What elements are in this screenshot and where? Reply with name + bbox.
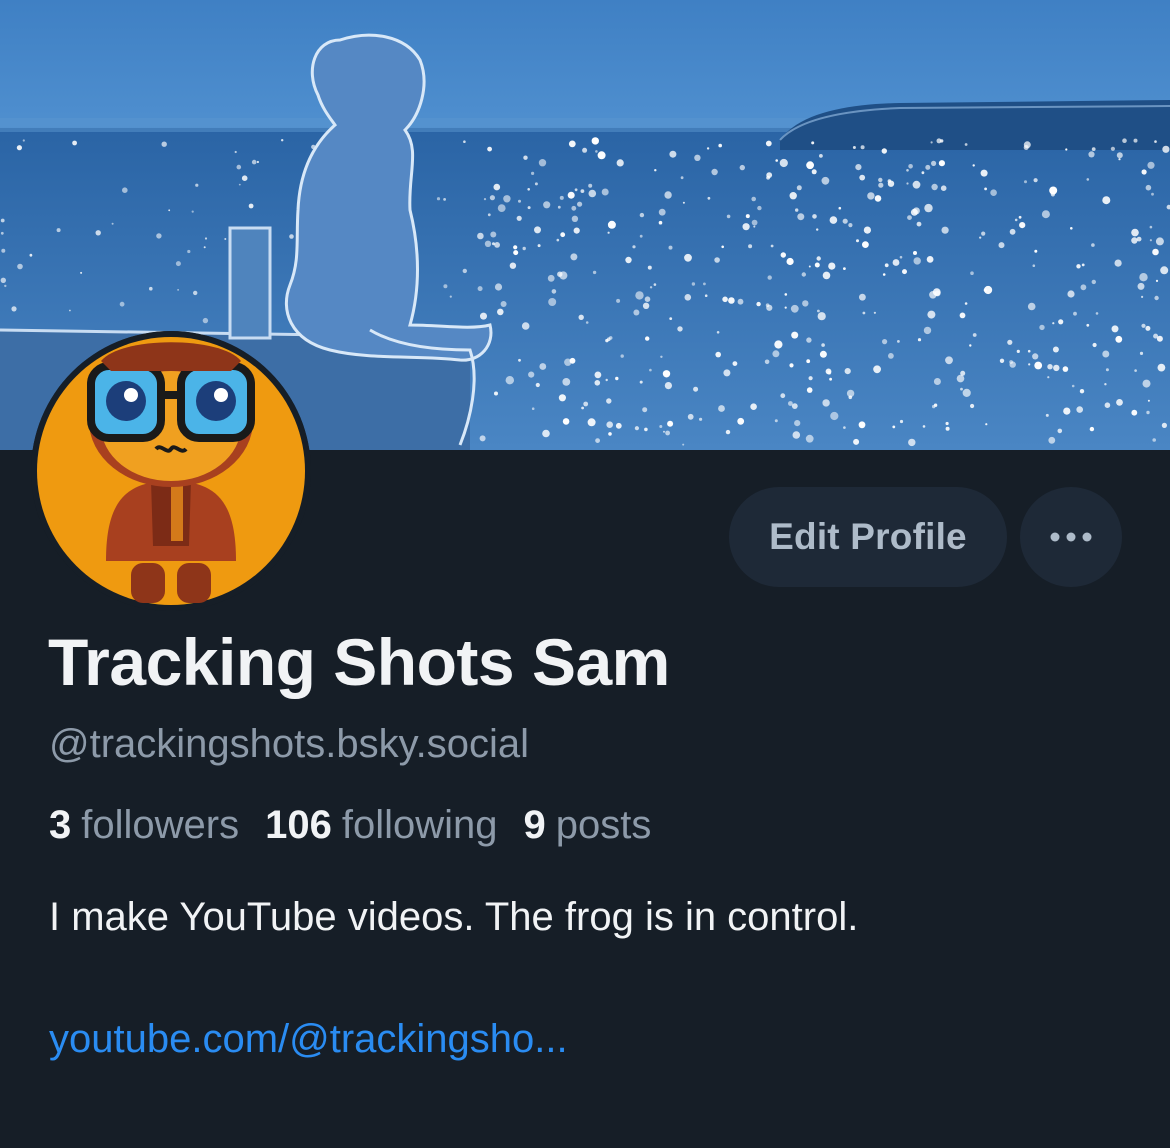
frog-avatar-illustration: [31, 331, 311, 611]
following-label: following: [341, 803, 498, 847]
posts-stat: 9 posts: [524, 803, 652, 848]
profile-avatar[interactable]: [31, 331, 311, 611]
profile-youtube-link[interactable]: youtube.com/@trackingsho...: [49, 1017, 568, 1062]
profile-handle: @trackingshots.bsky.social: [49, 722, 530, 766]
following-stat[interactable]: 106 following: [265, 803, 497, 848]
more-horizontal-icon: [1050, 532, 1092, 542]
profile-page: Edit Profile Tracking Shots Sam @trackin…: [0, 0, 1170, 1148]
edit-profile-button[interactable]: Edit Profile: [729, 487, 1007, 587]
followers-label: followers: [81, 803, 240, 847]
more-options-button[interactable]: [1020, 487, 1122, 587]
following-count: 106: [265, 803, 332, 847]
posts-count: 9: [523, 803, 546, 847]
profile-stats: 3 followers 106 following 9 posts: [49, 803, 651, 848]
profile-display-name: Tracking Shots Sam: [48, 625, 670, 699]
profile-bio: I make YouTube videos. The frog is in co…: [49, 895, 859, 939]
posts-label: posts: [555, 803, 652, 847]
followers-stat[interactable]: 3 followers: [49, 803, 239, 848]
followers-count: 3: [49, 803, 72, 847]
